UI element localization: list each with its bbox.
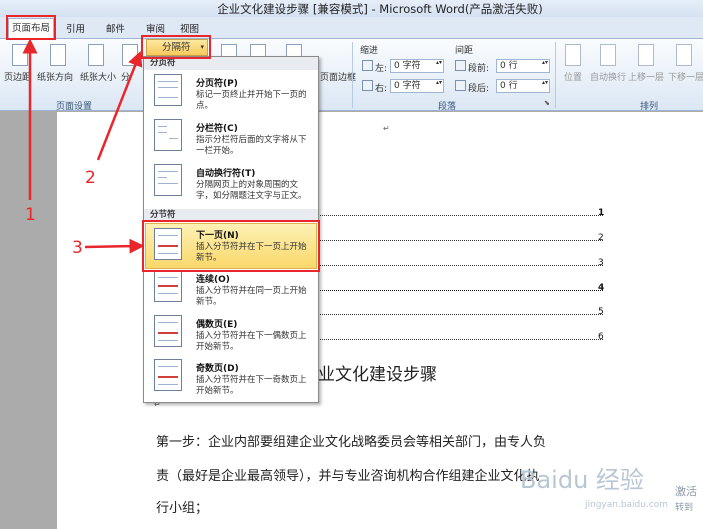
annotation-label-2: 2 xyxy=(85,168,96,188)
baidu-watermark-url: jingyan.baidu.com xyxy=(585,500,669,510)
arrow-2 xyxy=(96,51,143,161)
annotation-label-3: 3 xyxy=(72,238,83,258)
annotation-arrows xyxy=(22,38,145,254)
activation-notice-sub: 转到 xyxy=(675,503,694,513)
activation-notice: 激活 xyxy=(675,485,697,498)
arrow-3 xyxy=(84,238,145,254)
annotation-label-1: 1 xyxy=(25,205,36,225)
